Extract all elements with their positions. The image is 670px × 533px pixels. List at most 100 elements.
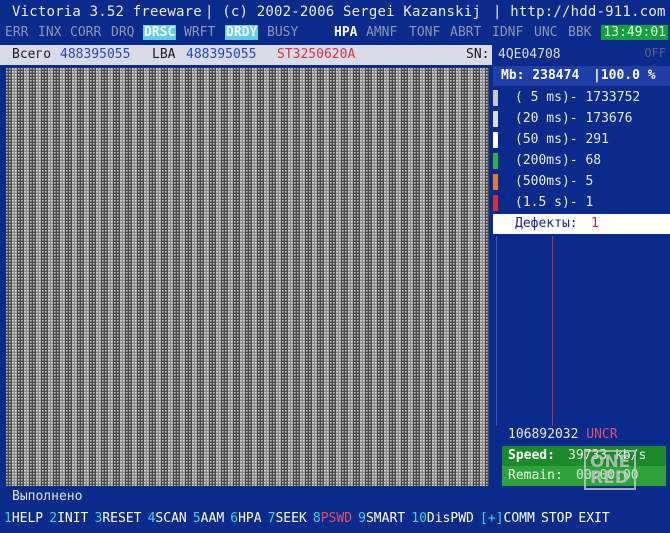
timing-label: (500ms)- 5 xyxy=(515,174,594,189)
drive-info-bar: Всего 488395055 LBA 488395055 ST3250620A… xyxy=(0,45,492,65)
fkey-aam[interactable]: 5AAM xyxy=(193,511,224,526)
scan-block-column xyxy=(420,68,425,486)
timing-label: (1.5 s)- 1 xyxy=(515,195,594,210)
flag-drq: DRQ xyxy=(111,25,135,40)
flag-unc: UNC xyxy=(534,25,558,40)
fkey-label: SCAN xyxy=(155,511,187,526)
scan-block-column xyxy=(84,68,89,486)
scan-block-column xyxy=(24,68,29,486)
timing-label: (200ms)- 68 xyxy=(515,153,602,168)
fkey-smart[interactable]: 9SMART xyxy=(358,511,405,526)
percent-done: |100.0 % xyxy=(593,68,656,83)
scan-block-column xyxy=(324,68,329,486)
uncr-lba: 106892032 xyxy=(508,427,579,442)
fkey-number: 1 xyxy=(4,511,12,526)
lba-value: 488395055 xyxy=(186,47,257,62)
website-url: | http://hdd-911.com xyxy=(493,4,666,20)
total-label: Всего xyxy=(12,47,52,62)
onered-watermark-logo: ONE RED xyxy=(584,450,637,490)
timing-color-bar xyxy=(493,90,498,106)
fkey-number: 2 xyxy=(49,511,58,526)
scan-block-column xyxy=(348,68,353,486)
scan-block-column xyxy=(168,68,173,486)
author-name: Sergei Kazanskij xyxy=(343,4,482,20)
scan-block-column xyxy=(468,68,473,486)
scan-block-column xyxy=(384,68,389,486)
timing-row: (50 ms)- 291 xyxy=(493,130,670,150)
fkey-label: AAM xyxy=(200,511,225,526)
fkey-comm[interactable]: [+]COMM xyxy=(480,511,535,526)
mb-scanned: Mb: 238474 xyxy=(501,68,580,83)
scan-block-column xyxy=(192,68,197,486)
app-title: Victoria 3.52 freeware xyxy=(12,4,202,20)
fkey-help[interactable]: 1HELP xyxy=(4,511,43,526)
fkey-label: RESET xyxy=(102,511,142,526)
defects-line: Дефекты: 1 xyxy=(493,214,670,234)
scan-block-column xyxy=(156,68,161,486)
scan-blocks-svg xyxy=(6,68,489,486)
scan-block-column xyxy=(300,68,305,486)
fkey-label: DisPWD xyxy=(426,511,474,526)
scan-block-column xyxy=(372,68,377,486)
scan-block-column xyxy=(408,68,413,486)
fkey-label: STOP xyxy=(541,511,573,526)
speed-label: Speed: xyxy=(508,448,555,463)
scan-block-column xyxy=(96,68,101,486)
scan-block-column xyxy=(480,68,485,486)
timing-row: (500ms)- 5 xyxy=(493,172,670,192)
function-key-bar: 1HELP 2INIT 3RESET 4SCAN 5AAM 6HPA 7SEEK 8PSWD 9… xyxy=(0,509,670,531)
flag-corr: CORR xyxy=(70,25,102,40)
scan-block-column xyxy=(144,68,149,486)
copyright-text: | (c) 2002-2006 xyxy=(205,4,335,20)
flag-hpa: HPA xyxy=(334,25,358,40)
graph-marker-line xyxy=(552,236,553,426)
flag-drdy: DRDY xyxy=(225,25,259,40)
scan-block-column xyxy=(240,68,245,486)
fkey-exit[interactable]: EXIT xyxy=(578,511,609,526)
sn-value: 4QE04708 xyxy=(498,47,561,62)
scan-block-column xyxy=(456,68,461,486)
timing-label: (20 ms)- 173676 xyxy=(515,111,633,126)
flag-tonf: TONF xyxy=(409,25,441,40)
fkey-init[interactable]: 2INIT xyxy=(49,511,88,526)
scan-block-column xyxy=(264,68,269,486)
progress-summary: Mb: 238474 |100.0 % xyxy=(493,66,670,86)
drive-model: ST3250620A xyxy=(277,47,356,62)
fkey-label: PSWD xyxy=(320,511,353,526)
fkey-number: 8 xyxy=(312,511,321,526)
watermark-line2: RED xyxy=(590,468,629,488)
fkey-label: SEEK xyxy=(275,511,307,526)
fkey-number: 6 xyxy=(230,511,239,526)
scan-block-column xyxy=(396,68,401,486)
defects-value: 1 xyxy=(591,216,599,231)
fkey-hpa[interactable]: 6HPA xyxy=(230,511,261,526)
scan-block-column xyxy=(312,68,317,486)
fkey-label: HELP xyxy=(11,511,44,526)
scan-block-column xyxy=(108,68,113,486)
timing-color-bar xyxy=(493,195,498,211)
timing-row: (1.5 s)- 1 xyxy=(493,193,670,213)
scan-block-column xyxy=(432,68,437,486)
flag-bbk: BBK xyxy=(568,25,592,40)
scan-block-column xyxy=(216,68,221,486)
fkey-stop[interactable]: STOP xyxy=(541,511,572,526)
scan-block-column xyxy=(336,68,341,486)
fkey-reset[interactable]: 3RESET xyxy=(95,511,142,526)
fkey-seek[interactable]: 7SEEK xyxy=(268,511,307,526)
ata-status-bar: ERR INX CORR DRQ DRSC WRFT DRDY BUSY HPA… xyxy=(0,25,670,60)
timing-color-bar xyxy=(493,153,498,169)
scan-block-column xyxy=(228,68,233,486)
remain-label: Remain: xyxy=(508,468,563,483)
fkey-number: 9 xyxy=(358,511,366,526)
flag-drsc: DRSC xyxy=(143,25,177,40)
fkey-scan[interactable]: 4SCAN xyxy=(148,511,187,526)
message-bar: Выполнено xyxy=(0,487,670,507)
flag-amnf: AMNF xyxy=(366,25,398,40)
scan-block-column xyxy=(288,68,293,486)
sn-label: SN: xyxy=(466,47,490,62)
uncr-line: 106892032 UNCR xyxy=(508,427,618,442)
lba-label: LBA xyxy=(152,47,176,62)
timing-row: ( 5 ms)- 1733752 xyxy=(493,88,670,108)
fkey-pswd[interactable]: 8PSWD xyxy=(313,511,352,526)
fkey-dispwd[interactable]: 10DisPWD xyxy=(411,511,474,526)
